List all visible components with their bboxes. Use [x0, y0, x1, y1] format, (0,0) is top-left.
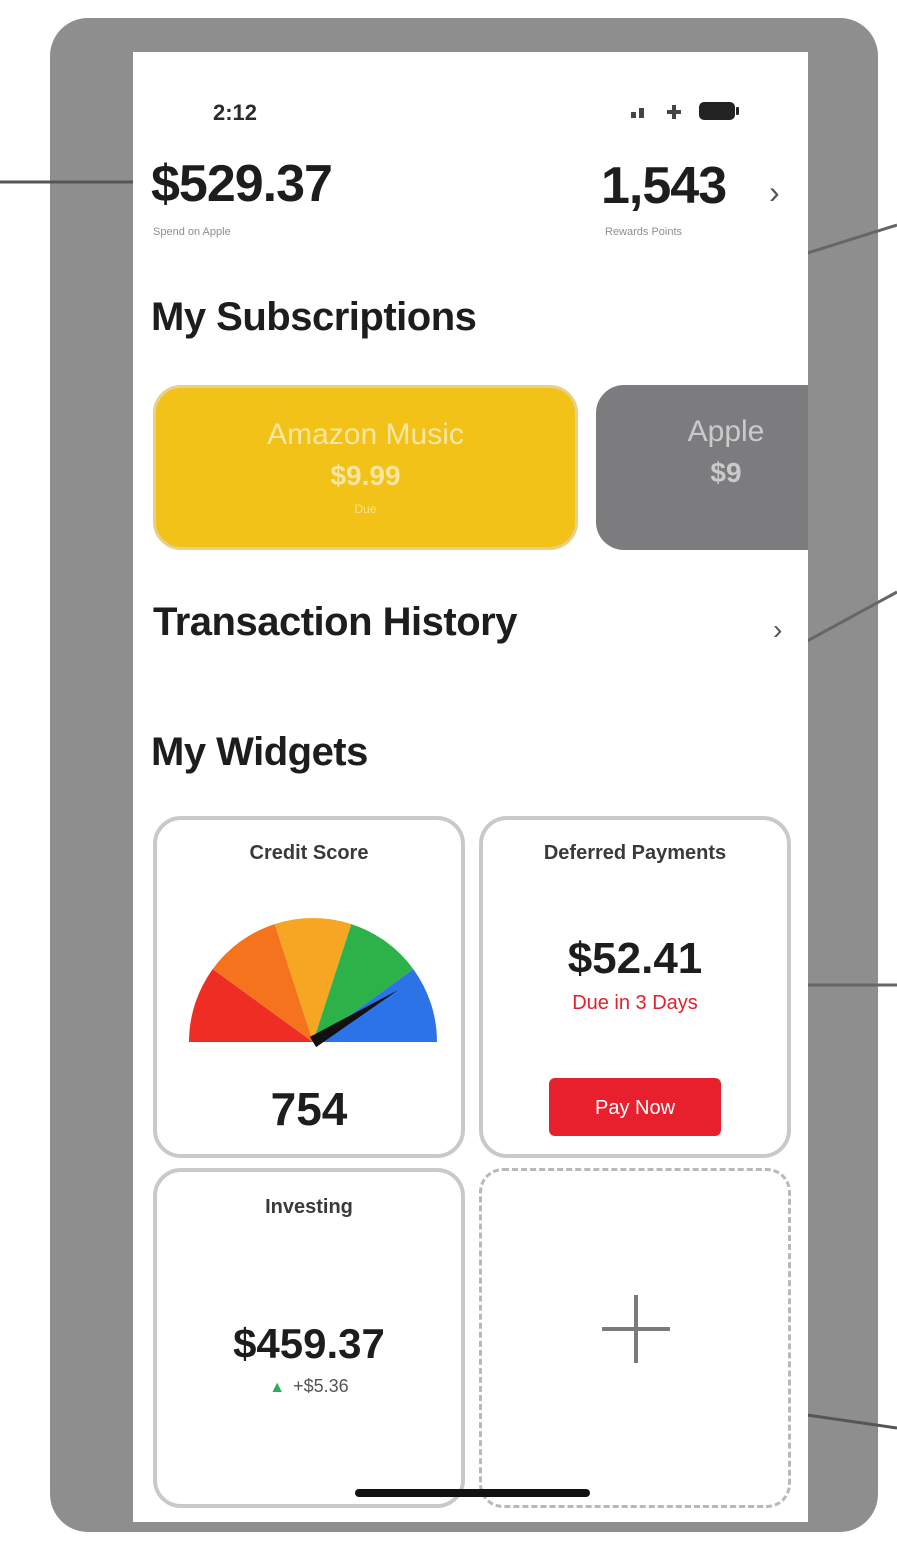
subscription-price: $9.99 — [330, 460, 401, 491]
widget-label: Investing — [265, 1196, 353, 1218]
credit-gauge — [189, 918, 437, 1048]
widgets-title: My Widgets — [151, 730, 368, 774]
wifi-icon — [667, 105, 681, 119]
credit-score-widget[interactable]: Credit Score 754 — [153, 816, 465, 1158]
subscription-price: $9 — [710, 457, 742, 488]
widget-label: Deferred Payments — [543, 842, 727, 864]
widget-label: Credit Score — [249, 842, 369, 864]
subscription-note: Due — [354, 502, 377, 516]
subscription-card[interactable]: Apple $9 — [596, 385, 808, 550]
home-indicator[interactable] — [355, 1489, 590, 1497]
battery-icon — [699, 102, 739, 120]
chevron-right-icon[interactable]: › — [773, 614, 782, 646]
points-caption: Rewards Points — [605, 226, 683, 238]
up-arrow-icon: ▲ — [269, 1379, 286, 1396]
chevron-right-icon[interactable]: › — [769, 174, 780, 211]
deferred-due-text: Due in 3 Days — [572, 992, 698, 1014]
investing-change: ▲ +$5.36 — [157, 1376, 461, 1397]
phone-screen: 2:12 $529.37 Spend on Apple 1,543 › Rewa… — [133, 52, 808, 1522]
balance-amount: $529.37 — [151, 155, 333, 213]
subscription-name: Amazon Music — [267, 418, 464, 451]
subscription-name: Apple — [687, 415, 765, 448]
deferred-payments-widget[interactable]: Deferred Payments $52.41 Due in 3 Days P… — [479, 816, 791, 1158]
points-value[interactable]: 1,543 — [601, 156, 727, 216]
pay-now-button[interactable]: Pay Now — [549, 1078, 721, 1136]
signal-icon — [631, 108, 644, 118]
status-time: 2:12 — [213, 100, 258, 125]
balance-caption: Spend on Apple — [153, 226, 231, 238]
transaction-history-link[interactable]: Transaction History — [153, 600, 517, 645]
deferred-amount: $52.41 — [567, 934, 703, 983]
subscription-card[interactable]: Amazon Music $9.99 Due — [153, 385, 578, 550]
investing-change-value: +$5.36 — [293, 1376, 349, 1396]
investing-widget[interactable]: Investing $459.37 ▲ +$5.36 — [153, 1168, 465, 1508]
add-widget-button[interactable] — [479, 1168, 791, 1508]
credit-score-value: 754 — [270, 1083, 348, 1135]
plus-icon — [602, 1295, 670, 1363]
status-icons — [631, 102, 739, 120]
subscriptions-title: My Subscriptions — [151, 295, 477, 339]
investing-amount: $459.37 — [233, 1320, 385, 1367]
